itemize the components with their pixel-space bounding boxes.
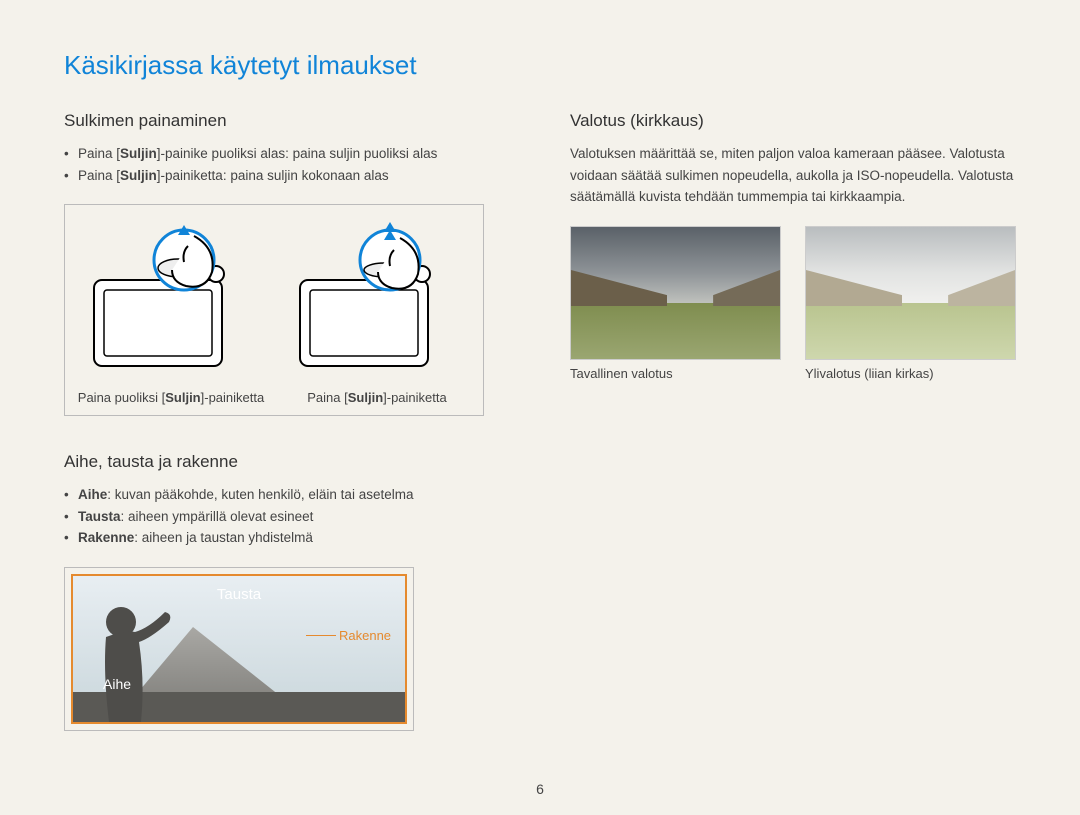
- rakenne-label: Rakenne: [339, 628, 391, 643]
- exposure-para: Valotuksen määrittää se, miten paljon va…: [570, 143, 1016, 208]
- normal-exposure-photo: [570, 226, 781, 360]
- bullet-aihe: Aihe: kuvan pääkohde, kuten henkilö, elä…: [64, 484, 510, 506]
- shutter-heading: Sulkimen painaminen: [64, 111, 510, 131]
- composition-heading: Aihe, tausta ja rakenne: [64, 452, 510, 472]
- normal-exposure-caption: Tavallinen valotus: [570, 366, 781, 381]
- right-column: Valotus (kirkkaus) Valotuksen määrittää …: [570, 111, 1016, 731]
- page-title: Käsikirjassa käytetyt ilmaukset: [64, 50, 1016, 81]
- bullet-half-press: Paina [Suljin]-painike puoliksi alas: pa…: [64, 143, 510, 165]
- shutter-figure: Paina puoliksi [Suljin]-painiketta: [64, 204, 484, 416]
- exposure-heading: Valotus (kirkkaus): [570, 111, 1016, 131]
- composition-bullets: Aihe: kuvan pääkohde, kuten henkilö, elä…: [64, 484, 510, 549]
- left-column: Sulkimen painaminen Paina [Suljin]-paini…: [64, 111, 510, 731]
- page-number: 6: [0, 781, 1080, 797]
- bullet-tausta: Tausta: aiheen ympärillä olevat esineet: [64, 506, 510, 528]
- shutter-bullets: Paina [Suljin]-painike puoliksi alas: pa…: [64, 143, 510, 186]
- full-press-illustration: [292, 219, 462, 384]
- overexposure-caption: Ylivalotus (liian kirkas): [805, 366, 1016, 381]
- bullet-rakenne: Rakenne: aiheen ja taustan yhdistelmä: [64, 527, 510, 549]
- bullet-full-press: Paina [Suljin]-painiketta: paina suljin …: [64, 165, 510, 187]
- full-press-caption: Paina [Suljin]-painiketta: [307, 390, 446, 405]
- half-press-illustration: [86, 219, 256, 384]
- overexposure-photo: [805, 226, 1016, 360]
- composition-figure: Tausta Aihe Rakenne: [64, 567, 414, 731]
- tausta-label: Tausta: [73, 586, 405, 603]
- aihe-label: Aihe: [103, 676, 131, 692]
- half-press-caption: Paina puoliksi [Suljin]-painiketta: [78, 390, 264, 405]
- exposure-photos: Tavallinen valotus Ylivalotus (liian kir…: [570, 226, 1016, 381]
